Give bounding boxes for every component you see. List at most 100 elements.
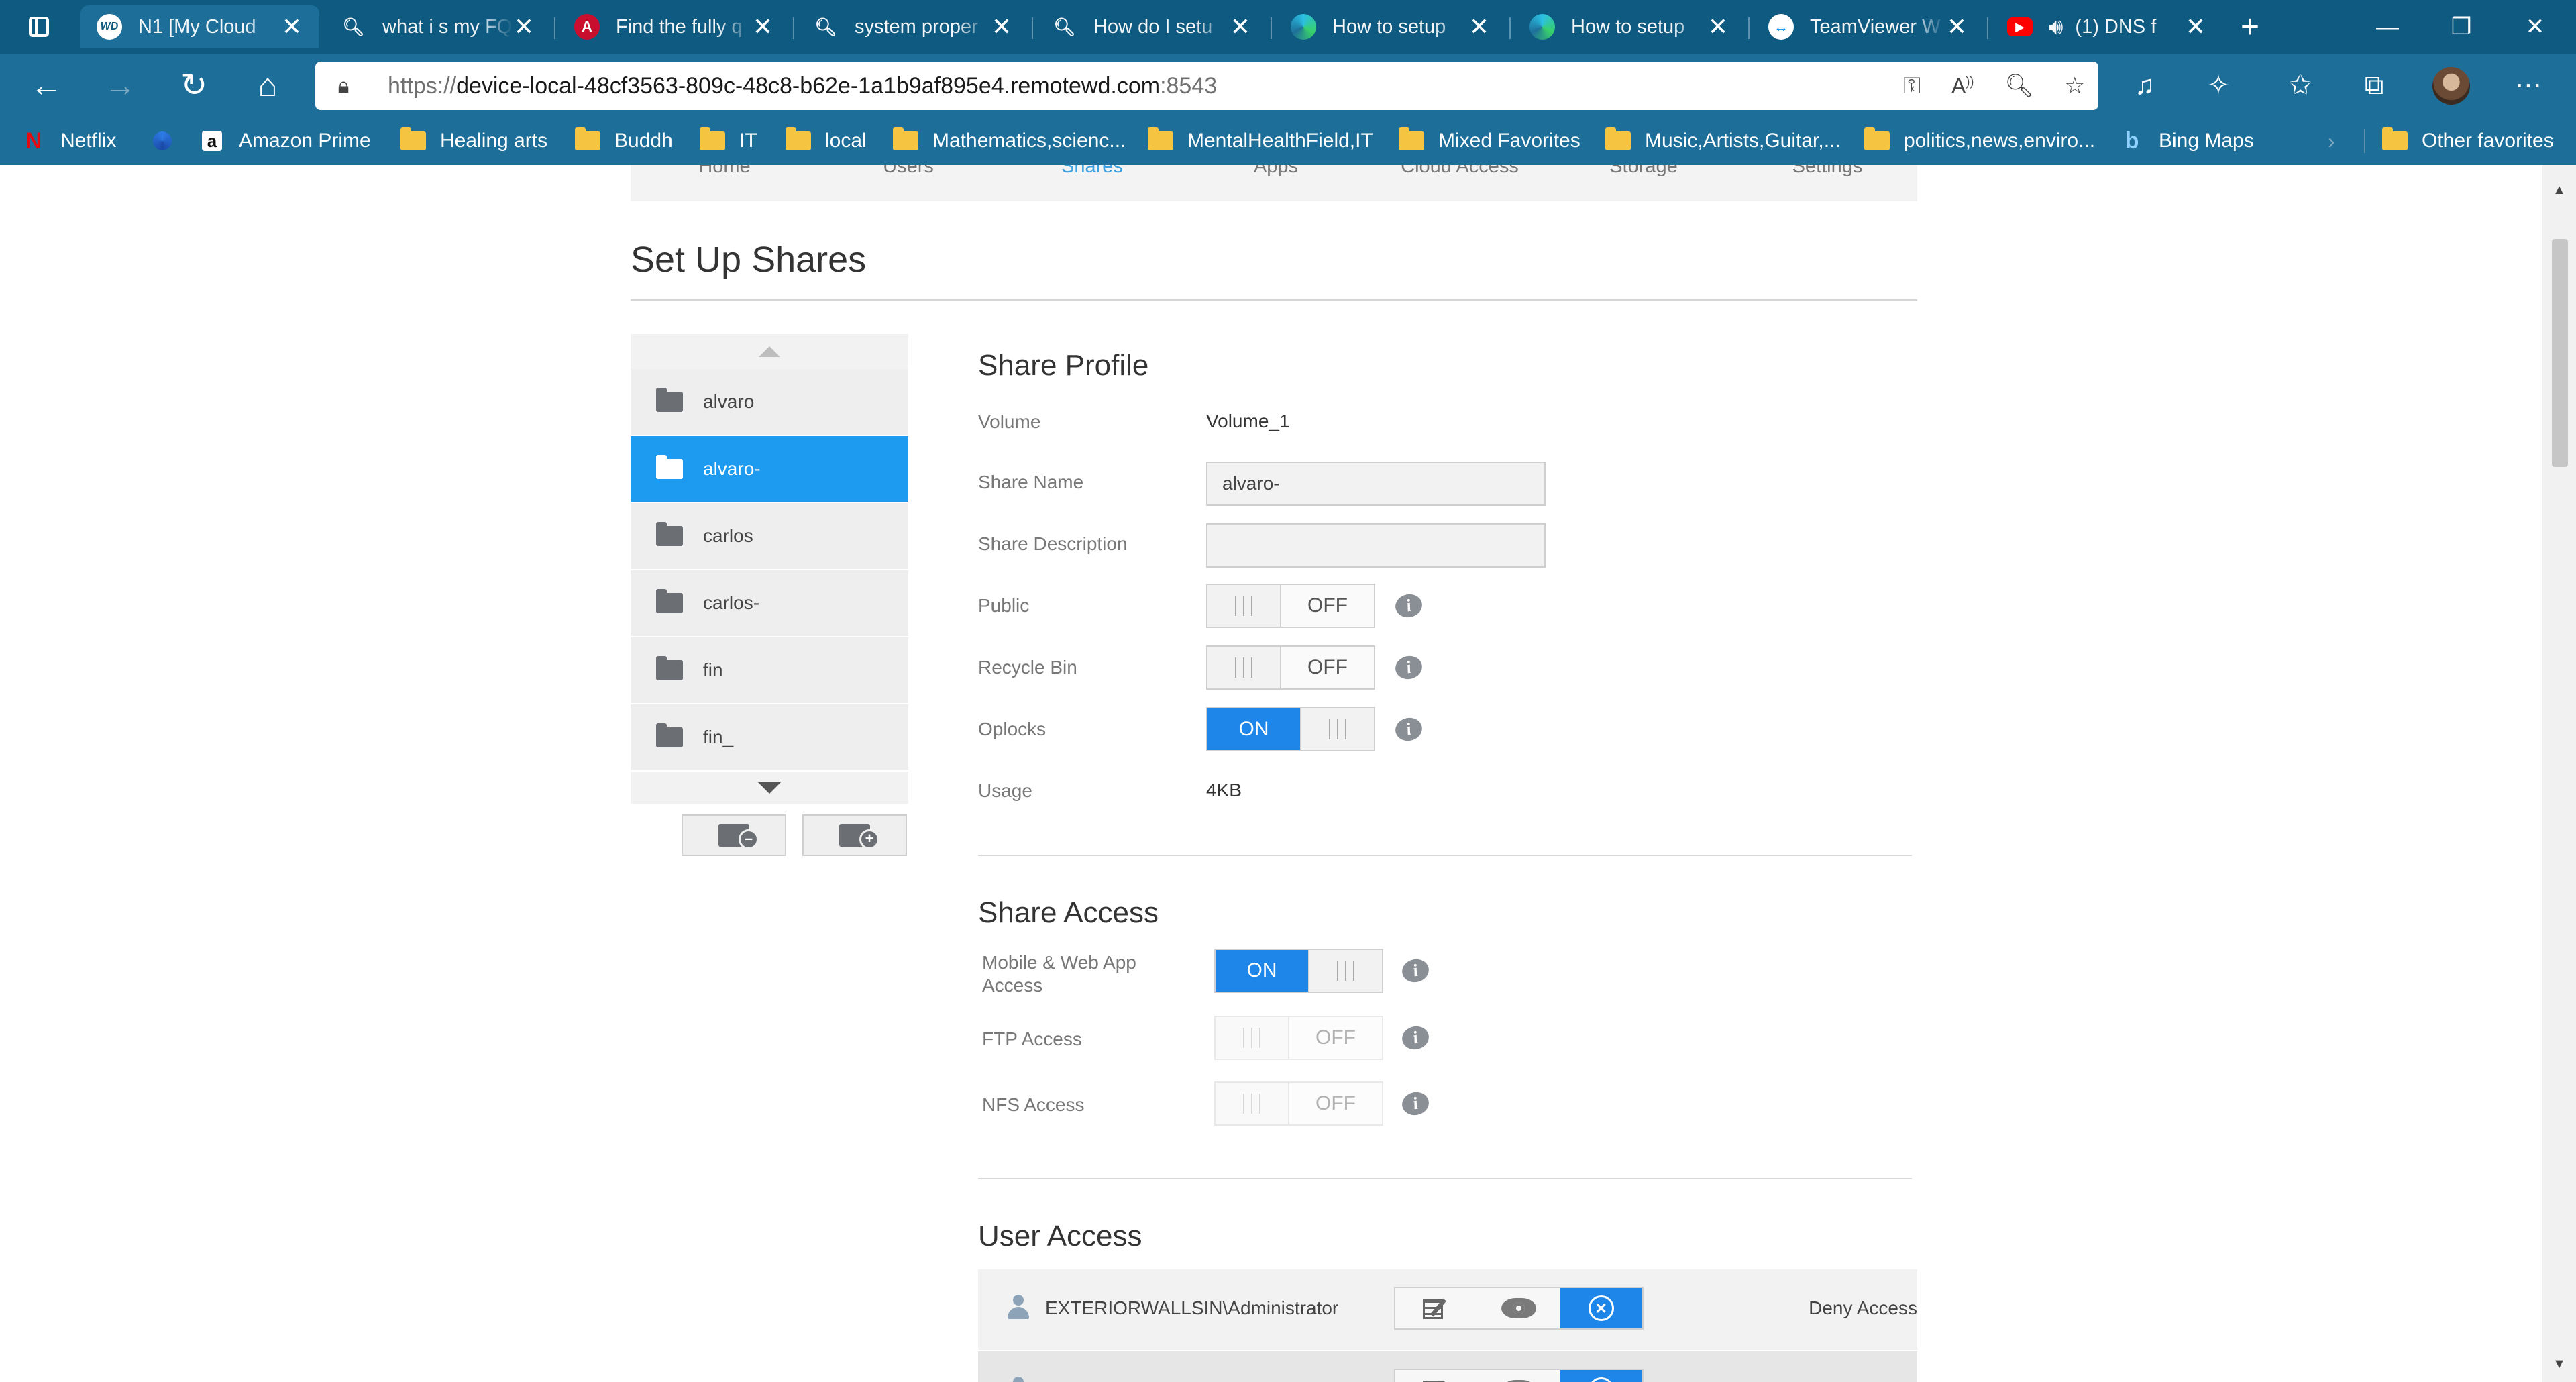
nav-shares[interactable]: Shares [998, 165, 1186, 185]
read-aloud-icon[interactable]: A)) [1951, 74, 1974, 99]
close-tab-icon[interactable]: ✕ [1229, 13, 1252, 41]
info-icon[interactable]: i [1399, 1089, 1432, 1118]
close-tab-icon[interactable]: ✕ [1468, 13, 1491, 41]
share-description-input[interactable] [1206, 523, 1546, 568]
zoom-icon[interactable]: 🔍︎ [2004, 72, 2033, 99]
info-icon[interactable]: i [1393, 592, 1425, 620]
scrollbar-thumb[interactable] [2552, 239, 2568, 467]
close-tab-icon[interactable]: ✕ [751, 13, 774, 41]
bookmark-it[interactable]: IT [699, 117, 757, 165]
read-write-button[interactable] [1395, 1288, 1478, 1328]
tab-teamviewer[interactable]: ↔ TeamViewer W ✕ [1752, 5, 1984, 48]
bookmark-local[interactable]: local [785, 117, 867, 165]
read-only-button[interactable] [1478, 1288, 1560, 1328]
recycle-bin-toggle[interactable]: OFF [1206, 645, 1375, 690]
oplocks-toggle[interactable]: ON [1206, 707, 1375, 751]
info-icon[interactable]: i [1399, 1024, 1432, 1052]
oplocks-label: Oplocks [978, 719, 1046, 739]
read-write-button[interactable] [1395, 1370, 1478, 1382]
bookmark-bing-maps[interactable]: b Bing Maps [2118, 117, 2254, 165]
scroll-up-icon[interactable]: ▲ [2542, 182, 2576, 198]
scroll-up-arrow[interactable] [631, 334, 908, 369]
close-tab-icon[interactable]: ✕ [1707, 13, 1729, 41]
share-item-fin-underscore[interactable]: fin_ [631, 704, 908, 770]
tab-system-properties[interactable]: 🔍︎ system proper ✕ [797, 5, 1029, 48]
forward-icon[interactable]: → [97, 62, 144, 109]
favorites-icon[interactable]: ✩ [2277, 62, 2324, 109]
share-item-alvaro-dash[interactable]: alvaro- [631, 436, 908, 502]
user-icon [1006, 1295, 1030, 1322]
close-tab-icon[interactable]: ✕ [280, 13, 303, 41]
tab-search-fqdn[interactable]: 🔍︎ what i s my FQ ✕ [325, 5, 551, 48]
bookmark-other-favorites[interactable]: Other favorites [2381, 117, 2554, 165]
info-icon[interactable]: i [1393, 653, 1425, 682]
ftp-access-toggle[interactable]: OFF [1214, 1016, 1383, 1060]
deny-access-button[interactable]: × [1560, 1288, 1643, 1328]
nfs-access-toggle[interactable]: OFF [1214, 1081, 1383, 1126]
home-icon[interactable]: ⌂ [244, 62, 291, 109]
back-icon[interactable]: ← [23, 62, 70, 109]
tab-how-to-setup-1[interactable]: How to setup ✕ [1275, 5, 1507, 48]
add-favorite-icon[interactable]: ☆ [2065, 72, 2085, 99]
remove-share-button[interactable] [682, 814, 786, 856]
wd-logo-icon: WD [97, 14, 122, 40]
close-tab-icon[interactable]: ✕ [990, 13, 1013, 41]
nav-users[interactable]: Users [814, 165, 1002, 185]
minimize-icon[interactable]: — [2351, 0, 2424, 54]
read-only-button[interactable] [1478, 1370, 1560, 1382]
scroll-down-arrow[interactable] [631, 772, 908, 804]
more-icon[interactable]: ⋯ [2505, 62, 2552, 109]
bookmark-edge[interactable] [149, 117, 189, 165]
nav-apps[interactable]: Apps [1182, 165, 1370, 185]
bookmark-buddh[interactable]: Buddh [574, 117, 673, 165]
nav-settings[interactable]: Settings [1733, 165, 1921, 185]
bookmark-mixed-favorites[interactable]: Mixed Favorites [1398, 117, 1580, 165]
bookmark-music[interactable]: Music,Artists,Guitar,... [1605, 117, 1841, 165]
url-text[interactable]: https://device-local-48cf3563-809c-48c8-… [388, 73, 1217, 99]
nav-home[interactable]: Home [631, 165, 818, 185]
nav-storage[interactable]: Storage [1550, 165, 1737, 185]
bookmark-mental-health[interactable]: MentalHealthField,IT [1147, 117, 1373, 165]
info-icon[interactable]: i [1399, 957, 1432, 985]
close-tab-icon[interactable]: ✕ [1945, 13, 1968, 41]
tab-how-to-setup-2[interactable]: How to setup ✕ [1513, 5, 1746, 48]
bookmark-politics[interactable]: politics,news,enviro... [1864, 117, 2095, 165]
bookmark-netflix[interactable]: N Netflix [20, 117, 117, 165]
address-bar[interactable]: 🔒︎ https://device-local-48cf3563-809c-48… [315, 62, 2098, 110]
chevron-right-icon[interactable]: › [2328, 117, 2335, 165]
mobile-web-access-toggle[interactable]: ON [1214, 949, 1383, 993]
share-item-alvaro[interactable]: alvaro [631, 369, 908, 435]
bookmark-amazon-prime[interactable]: a Amazon Prime [199, 117, 371, 165]
share-item-carlos-dash[interactable]: carlos- [631, 570, 908, 636]
close-tab-icon[interactable]: ✕ [2184, 13, 2207, 41]
tab-find-fully-qualified[interactable]: A Find the fully q ✕ [558, 5, 790, 48]
bookmark-mathematics[interactable]: Mathematics,scienc... [892, 117, 1126, 165]
tab-my-cloud[interactable]: WD N1 [My Cloud ✕ [80, 5, 319, 48]
new-tab-button[interactable]: + [2229, 5, 2271, 48]
info-icon[interactable]: i [1393, 715, 1425, 743]
refresh-icon[interactable]: ↻ [170, 62, 217, 109]
collections-icon[interactable]: ⧉ [2351, 62, 2398, 109]
public-toggle[interactable]: OFF [1206, 584, 1375, 628]
share-name-input[interactable] [1206, 462, 1546, 506]
extensions-icon[interactable]: ✧ [2195, 62, 2242, 109]
add-share-button[interactable] [802, 814, 907, 856]
music-icon[interactable]: ♫ [2121, 62, 2168, 109]
tab-youtube-dns[interactable]: ▶ 🔊︎ (1) DNS f ✕ [1991, 5, 2223, 48]
restore-icon[interactable]: ❐ [2424, 0, 2498, 54]
scroll-down-icon[interactable]: ▼ [2542, 1357, 2576, 1372]
close-window-icon[interactable]: ✕ [2498, 0, 2572, 54]
tab-how-do-i-setup[interactable]: 🔍︎ How do I setu ✕ [1036, 5, 1268, 48]
deny-access-button[interactable]: × [1560, 1370, 1643, 1382]
page-scrollbar[interactable]: ▲ ▼ [2542, 165, 2576, 1382]
bookmark-healing-arts[interactable]: Healing arts [400, 117, 547, 165]
speaker-icon[interactable]: 🔊︎ [2049, 14, 2063, 40]
close-tab-icon[interactable]: ✕ [513, 13, 535, 41]
share-item-carlos[interactable]: carlos [631, 503, 908, 569]
nav-cloud-access[interactable]: Cloud Access [1366, 165, 1554, 185]
lock-icon[interactable]: 🔒︎ [329, 71, 358, 101]
key-icon[interactable]: ⚿ [1903, 73, 1921, 99]
share-item-fin[interactable]: fin [631, 637, 908, 703]
tab-actions-icon[interactable] [12, 9, 66, 44]
profile-avatar[interactable] [2432, 67, 2470, 105]
